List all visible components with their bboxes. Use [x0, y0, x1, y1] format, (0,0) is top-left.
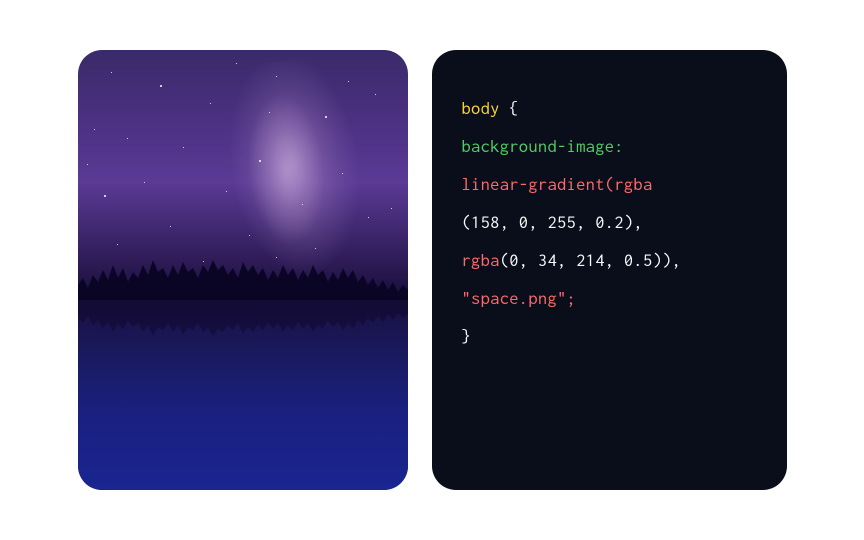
code-line-3: linear-gradient(rgba: [462, 166, 757, 204]
code-line-7: }: [462, 318, 757, 356]
code-value2: (0, 34, 214, 0.5)),: [500, 250, 681, 270]
code-string: "space.png";: [462, 288, 577, 308]
code-line-1: body {: [462, 90, 757, 128]
code-selector: body: [462, 98, 500, 118]
code-line-2: background-image:: [462, 128, 757, 166]
code-snippet: body { background-image: linear-gradient…: [432, 50, 787, 490]
code-rgba: rgba: [614, 174, 652, 194]
reflected-trees: [78, 300, 408, 350]
water-reflection: [78, 300, 408, 490]
example-image: [78, 50, 408, 490]
code-line-4: (158, 0, 255, 0.2),: [462, 204, 757, 242]
code-rgba2: rgba: [462, 250, 500, 270]
code-property: background-image:: [462, 136, 624, 156]
code-function: linear-gradient: [462, 174, 605, 194]
code-brace-open: {: [500, 98, 519, 118]
code-brace-close: }: [462, 326, 472, 346]
code-line-6: "space.png";: [462, 280, 757, 318]
code-value: (158, 0, 255, 0.2),: [462, 212, 643, 232]
code-line-5: rgba(0, 34, 214, 0.5)),: [462, 242, 757, 280]
code-paren: (: [605, 174, 615, 194]
